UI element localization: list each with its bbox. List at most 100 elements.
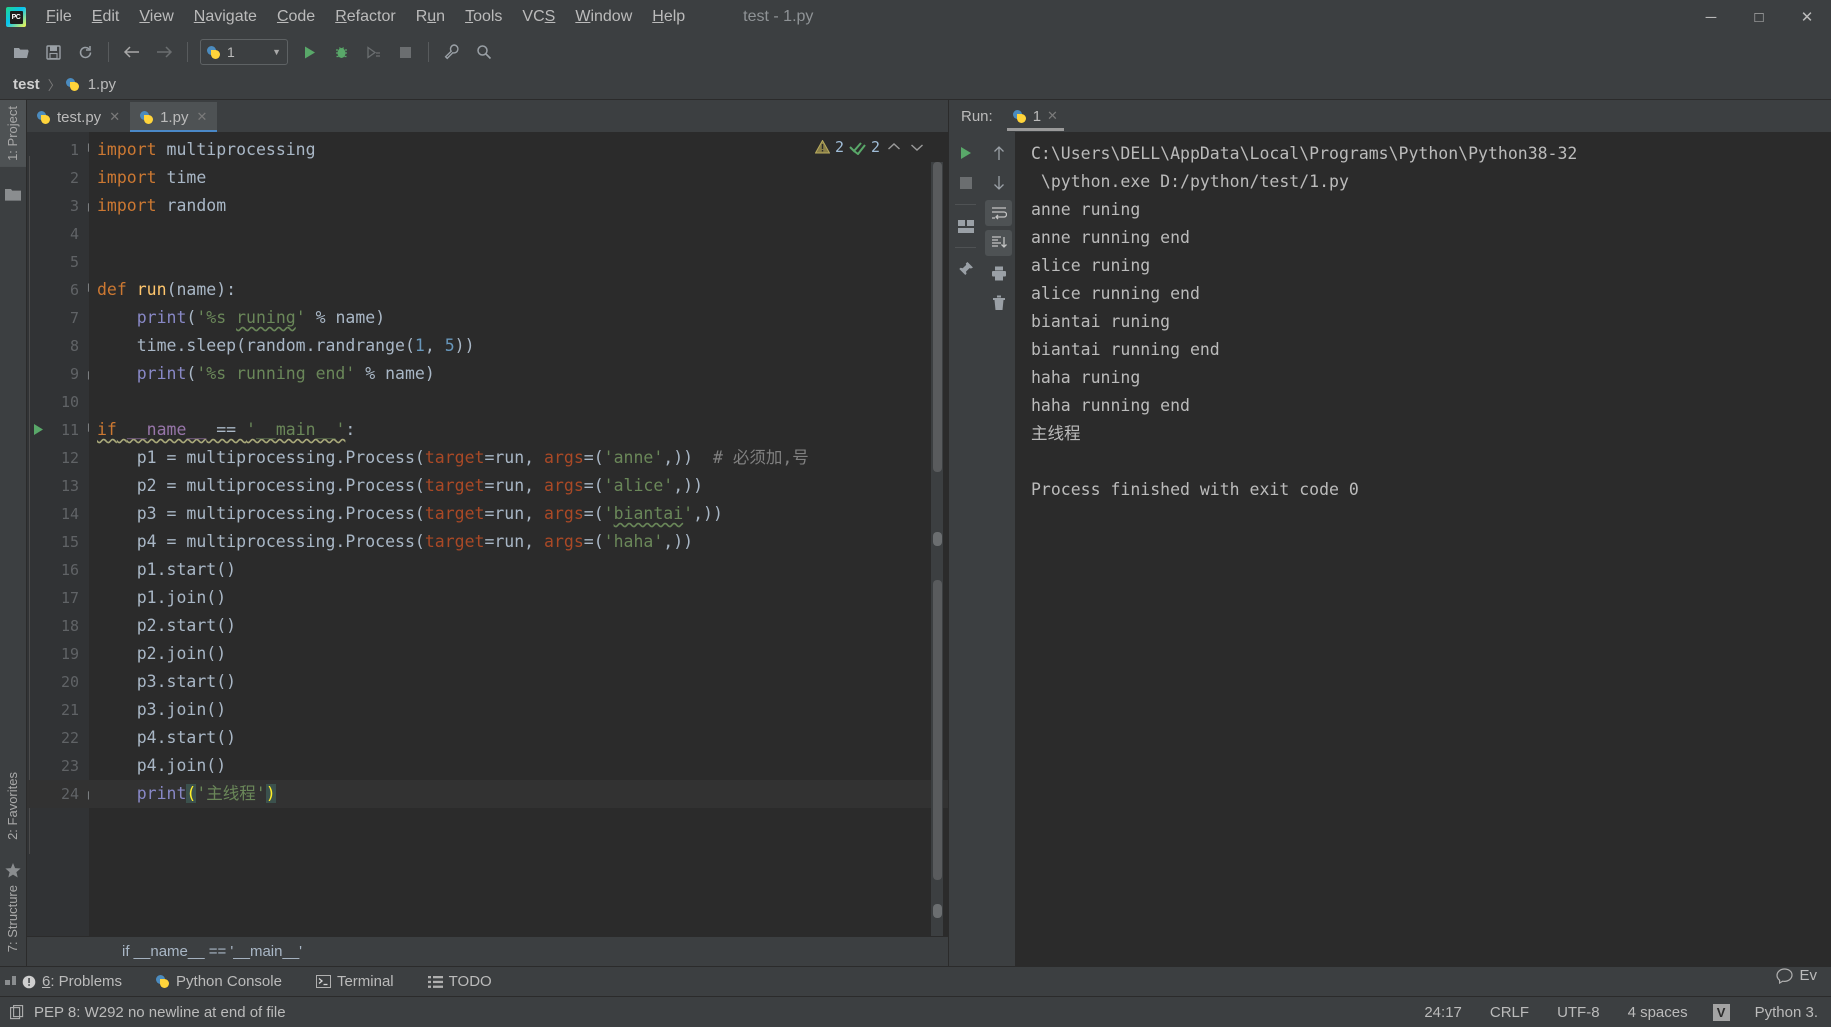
line-number: 15	[60, 533, 79, 551]
python-file-icon	[1012, 109, 1027, 124]
menu-view[interactable]: View	[129, 5, 183, 29]
line-number: 10	[60, 393, 79, 411]
stop-icon[interactable]	[952, 170, 979, 196]
maximize-button[interactable]: □	[1735, 0, 1783, 34]
save-icon[interactable]	[38, 38, 68, 66]
down-arrow-icon[interactable]	[985, 170, 1012, 196]
scroll-to-end-icon[interactable]	[985, 230, 1012, 256]
run-with-coverage-icon[interactable]	[358, 38, 388, 66]
print-icon[interactable]	[985, 260, 1012, 286]
up-arrow-icon[interactable]	[985, 140, 1012, 166]
menu-file[interactable]: File	[36, 5, 82, 29]
menu-help[interactable]: Help	[642, 5, 695, 29]
copy-icon[interactable]	[10, 1004, 25, 1020]
pin-tab-icon[interactable]	[952, 256, 979, 282]
line-number: 21	[60, 701, 79, 719]
indent-setting[interactable]: 4 spaces	[1625, 1003, 1691, 1022]
run-gutter-icon[interactable]	[33, 423, 45, 436]
sidebar-item-favorites[interactable]: 2: Favorites	[0, 766, 26, 846]
wrench-icon[interactable]	[437, 38, 467, 66]
line-number: 11	[27, 416, 100, 444]
line-number: 7	[69, 309, 79, 327]
close-icon[interactable]: ✕	[1047, 108, 1058, 124]
line-number: 4	[69, 225, 79, 243]
tool-window-todo[interactable]: TODO	[424, 971, 496, 992]
editor-gutter[interactable]: 1 2 3 4 5 6 7 8 9 10 11 12 13 14 15 16 1…	[27, 132, 120, 936]
soft-wrap-icon[interactable]	[985, 200, 1012, 226]
previous-problem-icon[interactable]	[885, 142, 903, 152]
stop-icon[interactable]	[390, 38, 420, 66]
editor-tab-1-py[interactable]: 1.py ✕	[130, 102, 218, 133]
editor-scrollbar-thumb[interactable]	[933, 162, 942, 472]
console-output[interactable]: C:\Users\DELL\AppData\Local\Programs\Pyt…	[1015, 132, 1831, 966]
minimize-button[interactable]: ─	[1687, 0, 1735, 34]
search-icon[interactable]	[469, 38, 499, 66]
back-arrow-icon[interactable]	[117, 38, 147, 66]
tool-window-python-console[interactable]: Python Console	[152, 971, 286, 992]
inspection-widget[interactable]: 2 2	[814, 138, 926, 156]
divider-2	[955, 247, 976, 248]
code-line-20: p3.start()	[97, 672, 237, 691]
menu-refactor[interactable]: Refactor	[325, 5, 405, 29]
tool-window-problems[interactable]: 6: Problems	[18, 971, 126, 992]
python-icon	[156, 974, 170, 989]
menu-edit[interactable]: Edit	[82, 5, 130, 29]
sidebar-item-structure-label: 7: Structure	[5, 884, 20, 952]
debug-icon[interactable]	[326, 38, 356, 66]
status-bar: Ev PEP 8: W292 no newline at end of file…	[0, 967, 1831, 1027]
close-icon[interactable]: ✕	[196, 109, 207, 125]
event-log-label: Ev	[1799, 967, 1817, 984]
sidebar-item-project[interactable]: 1: Project	[0, 100, 26, 167]
breadcrumb-project[interactable]: test	[10, 75, 43, 94]
menu-navigate[interactable]: Navigate	[184, 5, 267, 29]
code-editor[interactable]: import multiprocessing import time impor…	[89, 132, 948, 936]
forward-arrow-icon[interactable]	[149, 38, 179, 66]
line-separator[interactable]: CRLF	[1487, 1003, 1532, 1022]
code-line-7: print('%s runing' % name)	[136, 308, 386, 327]
editor-scroll-marker-a[interactable]	[933, 532, 942, 546]
file-encoding[interactable]: UTF-8	[1554, 1003, 1603, 1022]
tool-window-bar: 6: Problems Python Console Terminal TODO	[0, 966, 1831, 996]
vcs-badge-icon[interactable]: V	[1712, 1003, 1730, 1021]
code-line-12: p1 = multiprocessing.Process(target=run,…	[97, 448, 809, 467]
run-tool-window: Run: 1 ✕ C:\Users\DELL\AppData\Local\Pro…	[948, 100, 1831, 966]
pycharm-window: PC File Edit View Navigate Code Refactor…	[0, 0, 1831, 1027]
code-structure-breadcrumb[interactable]: if __name__ == '__main__'	[27, 936, 948, 966]
editor-scroll-marker-b[interactable]	[933, 904, 942, 918]
menu-window[interactable]: Window	[565, 5, 642, 29]
tool-window-problems-label: 6: Problems	[42, 973, 123, 990]
editor-scrollbar-thumb-2[interactable]	[933, 580, 942, 880]
run-configuration-selector[interactable]: 1 ▼	[200, 39, 288, 65]
sidebar-item-favorites-label: 2: Favorites	[5, 772, 20, 840]
event-log-icon	[1776, 967, 1794, 984]
tool-window-terminal[interactable]: Terminal	[312, 971, 398, 992]
menu-run[interactable]: Run	[406, 5, 455, 29]
menu-code[interactable]: Code	[267, 5, 325, 29]
menu-vcs[interactable]: VCS	[512, 5, 565, 29]
clear-all-icon[interactable]	[985, 290, 1012, 316]
rerun-icon[interactable]	[952, 140, 979, 166]
breadcrumb-file[interactable]: 1.py	[85, 75, 119, 94]
close-icon[interactable]: ✕	[109, 109, 120, 125]
python-file-icon	[65, 77, 80, 92]
caret-position[interactable]: 24:17	[1421, 1003, 1465, 1022]
close-button[interactable]: ✕	[1783, 0, 1831, 34]
run-icon[interactable]	[294, 38, 324, 66]
event-log-button[interactable]: Ev	[1776, 967, 1817, 984]
python-file-icon	[37, 110, 51, 125]
code-line-21: p3.join()	[97, 700, 227, 719]
editor-tab-test-py[interactable]: test.py ✕	[27, 102, 130, 132]
run-tab-1[interactable]: 1 ✕	[1003, 101, 1068, 131]
sync-icon[interactable]	[70, 38, 100, 66]
menu-tools[interactable]: Tools	[455, 5, 512, 29]
tool-window-todo-label: TODO	[448, 973, 492, 990]
toolbar-divider-2	[187, 42, 188, 62]
layout-icon[interactable]	[952, 213, 979, 239]
menu-bar: PC File Edit View Navigate Code Refactor…	[0, 0, 1831, 34]
sidebar-item-structure[interactable]: 7: Structure	[0, 879, 26, 958]
python-interpreter[interactable]: Python 3.	[1752, 1003, 1821, 1022]
open-folder-icon[interactable]	[6, 38, 36, 66]
next-problem-icon[interactable]	[908, 142, 926, 152]
python-file-icon	[207, 45, 221, 60]
